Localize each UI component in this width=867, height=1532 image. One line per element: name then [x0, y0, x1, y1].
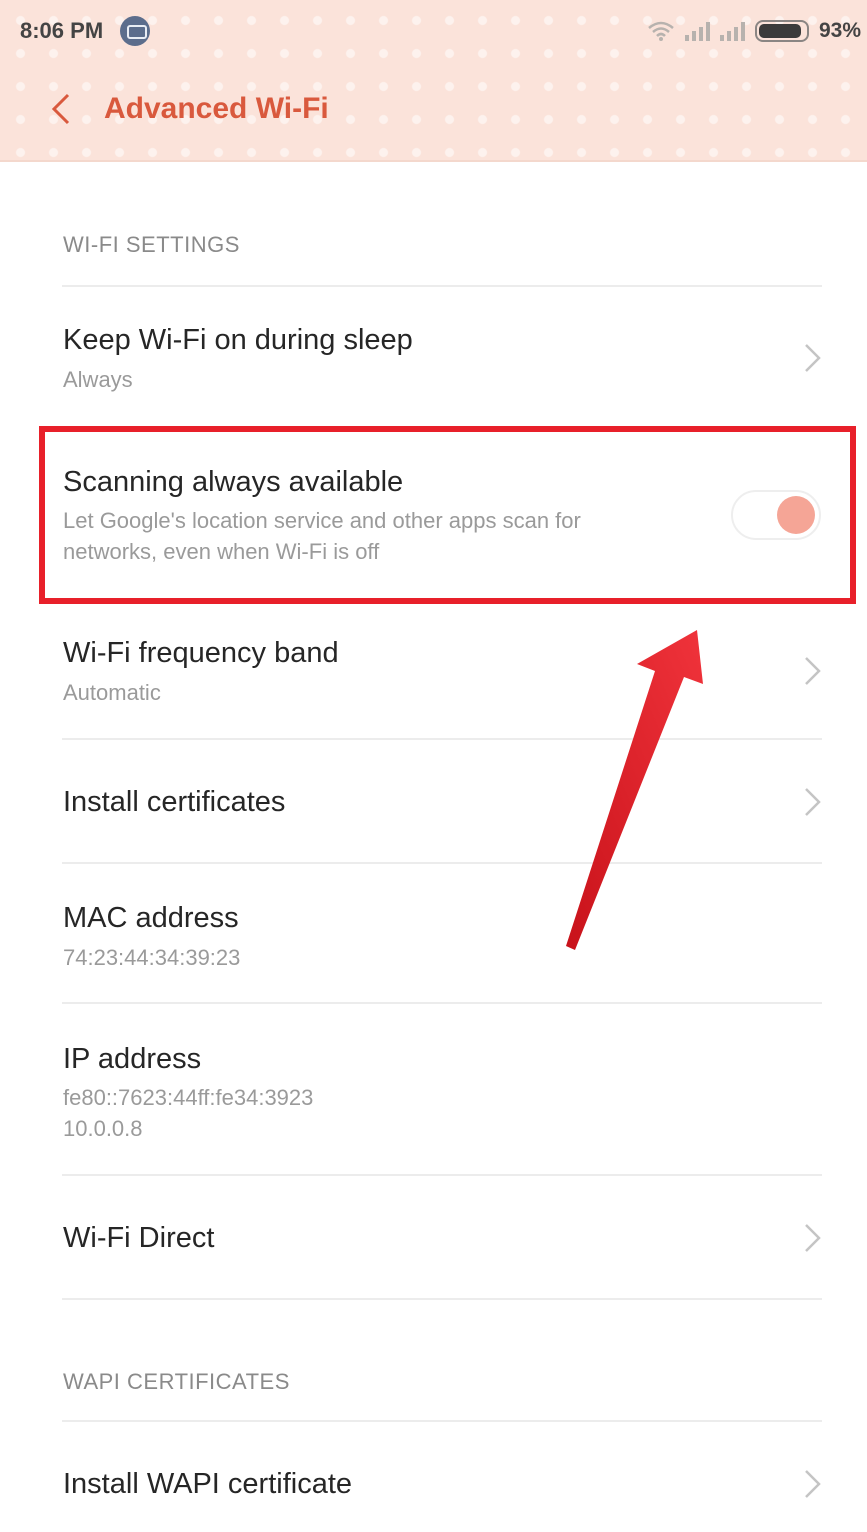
chevron-right-icon: [805, 788, 821, 816]
signal-icon: [719, 21, 745, 41]
chevron-right-icon: [805, 1470, 821, 1498]
status-bar: 8:06 PM 93%: [0, 0, 867, 62]
section-label-wapi-certificates: WAPI CERTIFICATES: [63, 1369, 290, 1394]
setting-subtitle: Always: [63, 367, 133, 392]
setting-description: Let Google's location service and other …: [63, 508, 581, 533]
setting-description: networks, even when Wi-Fi is off: [63, 539, 380, 564]
back-chevron-icon[interactable]: [46, 92, 76, 126]
divider: [62, 1002, 822, 1004]
wifi-icon: [648, 21, 674, 41]
chevron-right-icon: [805, 1224, 821, 1252]
divider: [62, 1420, 822, 1422]
setting-title: Scanning always available: [63, 466, 404, 498]
section-label-wifi-settings: WI-FI SETTINGS: [63, 232, 240, 257]
battery-percentage: 93%: [818, 19, 861, 42]
page-title: Advanced Wi-Fi: [104, 92, 329, 125]
setting-title: Install certificates: [63, 786, 286, 818]
divider: [62, 1298, 822, 1300]
info-title: MAC address: [63, 902, 239, 934]
info-value: fe80::7623:44ff:fe34:3923: [63, 1085, 314, 1110]
setting-title: Install WAPI certificate: [63, 1468, 353, 1500]
setting-title: Wi-Fi Direct: [63, 1222, 215, 1254]
battery-icon: [754, 20, 809, 42]
notification-icon: [120, 16, 150, 46]
info-value: 74:23:44:34:39:23: [63, 945, 241, 970]
divider: [62, 862, 822, 864]
signal-icon: [684, 21, 710, 41]
divider: [62, 1174, 822, 1176]
annotation-arrow-icon: [566, 630, 703, 950]
status-icons: 93%: [647, 16, 861, 46]
chevron-right-icon: [805, 344, 821, 372]
toggle-knob: [777, 496, 815, 534]
setting-subtitle: Automatic: [63, 680, 161, 705]
chevron-right-icon: [805, 657, 821, 685]
divider: [62, 285, 822, 287]
app-header: 8:06 PM 93% Advanced Wi-Fi: [0, 0, 867, 162]
divider: [62, 738, 822, 740]
status-time: 8:06 PM: [20, 18, 104, 43]
info-title: IP address: [63, 1043, 202, 1075]
info-value: 10.0.0.8: [63, 1116, 143, 1141]
scanning-toggle-switch[interactable]: [731, 490, 821, 540]
setting-title: Wi-Fi frequency band: [63, 637, 339, 669]
setting-title: Keep Wi-Fi on during sleep: [63, 324, 413, 356]
